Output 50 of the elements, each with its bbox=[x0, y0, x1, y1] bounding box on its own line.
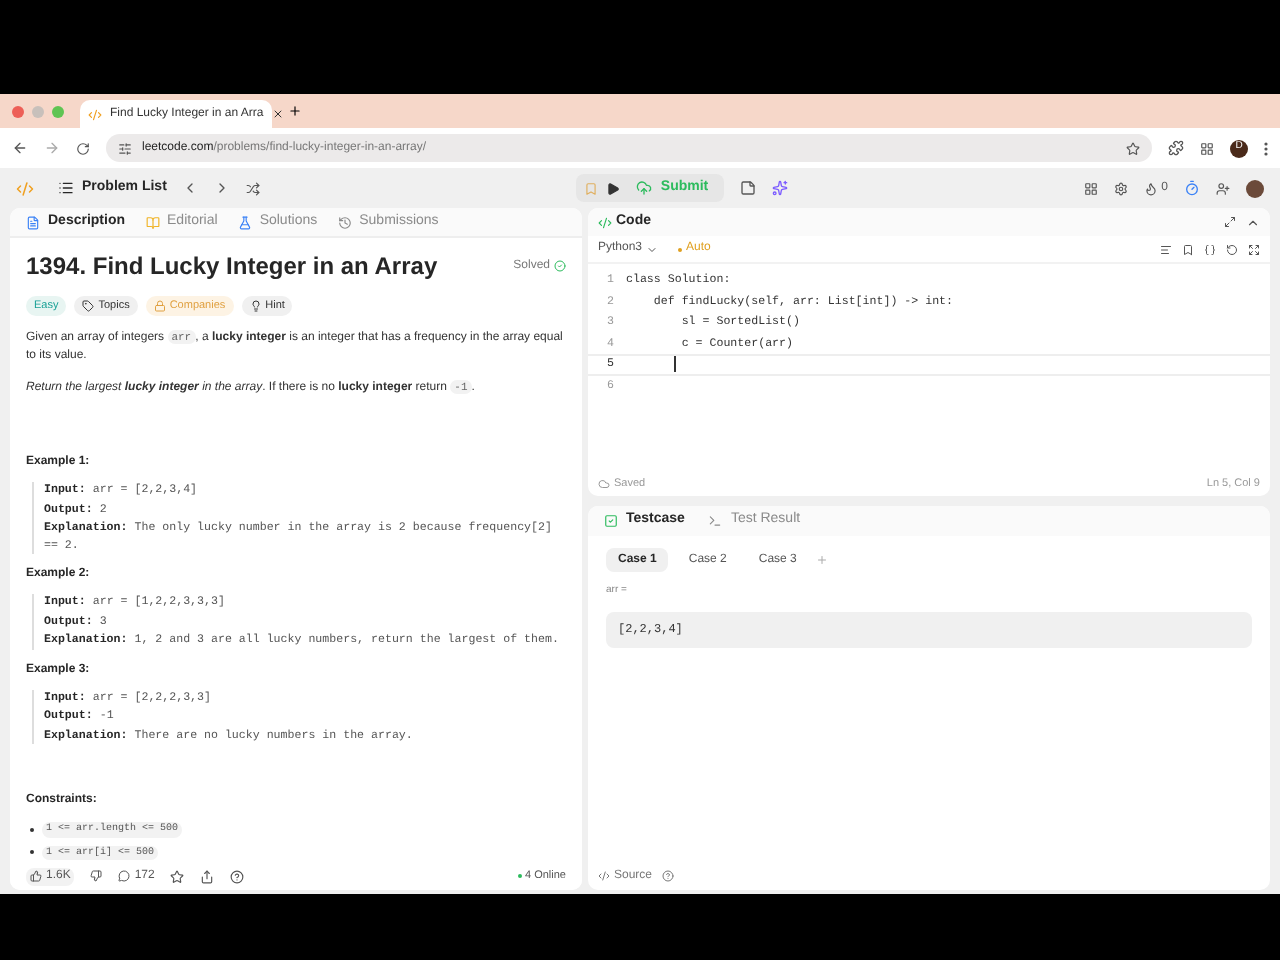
problem-title: 1394. Find Lucky Integer in an Array bbox=[26, 250, 438, 284]
format-icon[interactable] bbox=[1160, 243, 1172, 255]
run-icon[interactable] bbox=[606, 181, 621, 195]
user-avatar[interactable] bbox=[1246, 179, 1264, 197]
site-settings-icon bbox=[118, 141, 132, 155]
collapse-icon[interactable] bbox=[1246, 215, 1260, 229]
help-icon[interactable] bbox=[230, 869, 245, 883]
site-logo-icon bbox=[88, 107, 102, 121]
speech-bubble-icon bbox=[118, 870, 131, 882]
check-circle-icon bbox=[554, 260, 566, 272]
debug-icon bbox=[584, 181, 599, 195]
star-icon[interactable] bbox=[1126, 141, 1140, 155]
list-icon bbox=[58, 180, 74, 196]
flame-icon bbox=[1143, 181, 1158, 195]
sparkle-icon[interactable] bbox=[772, 180, 789, 196]
timer-icon[interactable] bbox=[1184, 180, 1200, 196]
text-cursor bbox=[674, 356, 676, 373]
add-user-icon[interactable] bbox=[1216, 181, 1230, 195]
close-icon[interactable] bbox=[271, 108, 284, 120]
history-icon bbox=[337, 215, 352, 229]
note-icon[interactable] bbox=[740, 180, 757, 196]
share-icon[interactable] bbox=[200, 869, 215, 883]
reset-icon[interactable] bbox=[1226, 243, 1238, 255]
lock-icon bbox=[153, 300, 166, 312]
new-tab-icon[interactable] bbox=[288, 104, 302, 118]
dislike-icon[interactable] bbox=[90, 870, 103, 882]
screencast-icon[interactable] bbox=[1200, 141, 1214, 155]
thumbs-up-icon bbox=[30, 870, 42, 882]
bookmark-icon[interactable] bbox=[1182, 243, 1194, 255]
logo-icon bbox=[16, 179, 34, 197]
back-icon[interactable] bbox=[12, 140, 28, 156]
cloud-upload-icon bbox=[636, 180, 653, 196]
checkbox-icon bbox=[604, 514, 618, 528]
shuffle-icon[interactable] bbox=[246, 181, 261, 195]
reload-icon[interactable] bbox=[76, 141, 90, 155]
code-icon bbox=[598, 870, 610, 882]
cloud-icon bbox=[598, 478, 610, 490]
lightbulb-icon bbox=[249, 300, 262, 312]
chevron-down-icon bbox=[646, 243, 659, 255]
terminal-icon bbox=[708, 514, 723, 528]
document-icon bbox=[26, 215, 40, 229]
flask-icon bbox=[237, 215, 252, 229]
book-icon bbox=[145, 215, 160, 229]
layout-icon[interactable] bbox=[1083, 181, 1098, 195]
tag-icon bbox=[82, 300, 95, 312]
code-icon bbox=[598, 215, 612, 229]
star-icon[interactable] bbox=[170, 869, 185, 883]
extensions-icon[interactable] bbox=[1168, 140, 1184, 156]
settings-icon[interactable] bbox=[1113, 181, 1128, 195]
braces-icon[interactable] bbox=[1204, 243, 1216, 255]
